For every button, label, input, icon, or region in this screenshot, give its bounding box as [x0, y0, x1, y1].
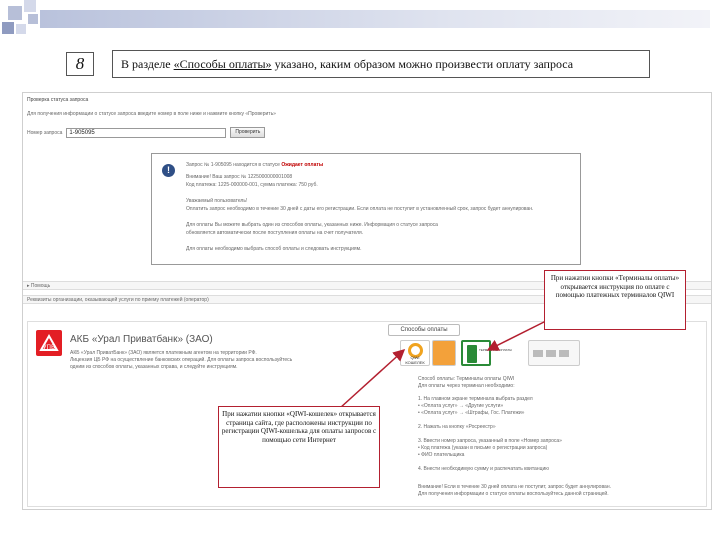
terminals-callout: При нажатии кнопки «Терминалы оплаты» от…: [544, 270, 686, 330]
qiwi-callout: При нажатии кнопки «QIWI-кошелек» открыв…: [218, 406, 380, 488]
arrow-to-qiwi: [339, 348, 406, 409]
arrow-to-terminals: [486, 319, 549, 351]
